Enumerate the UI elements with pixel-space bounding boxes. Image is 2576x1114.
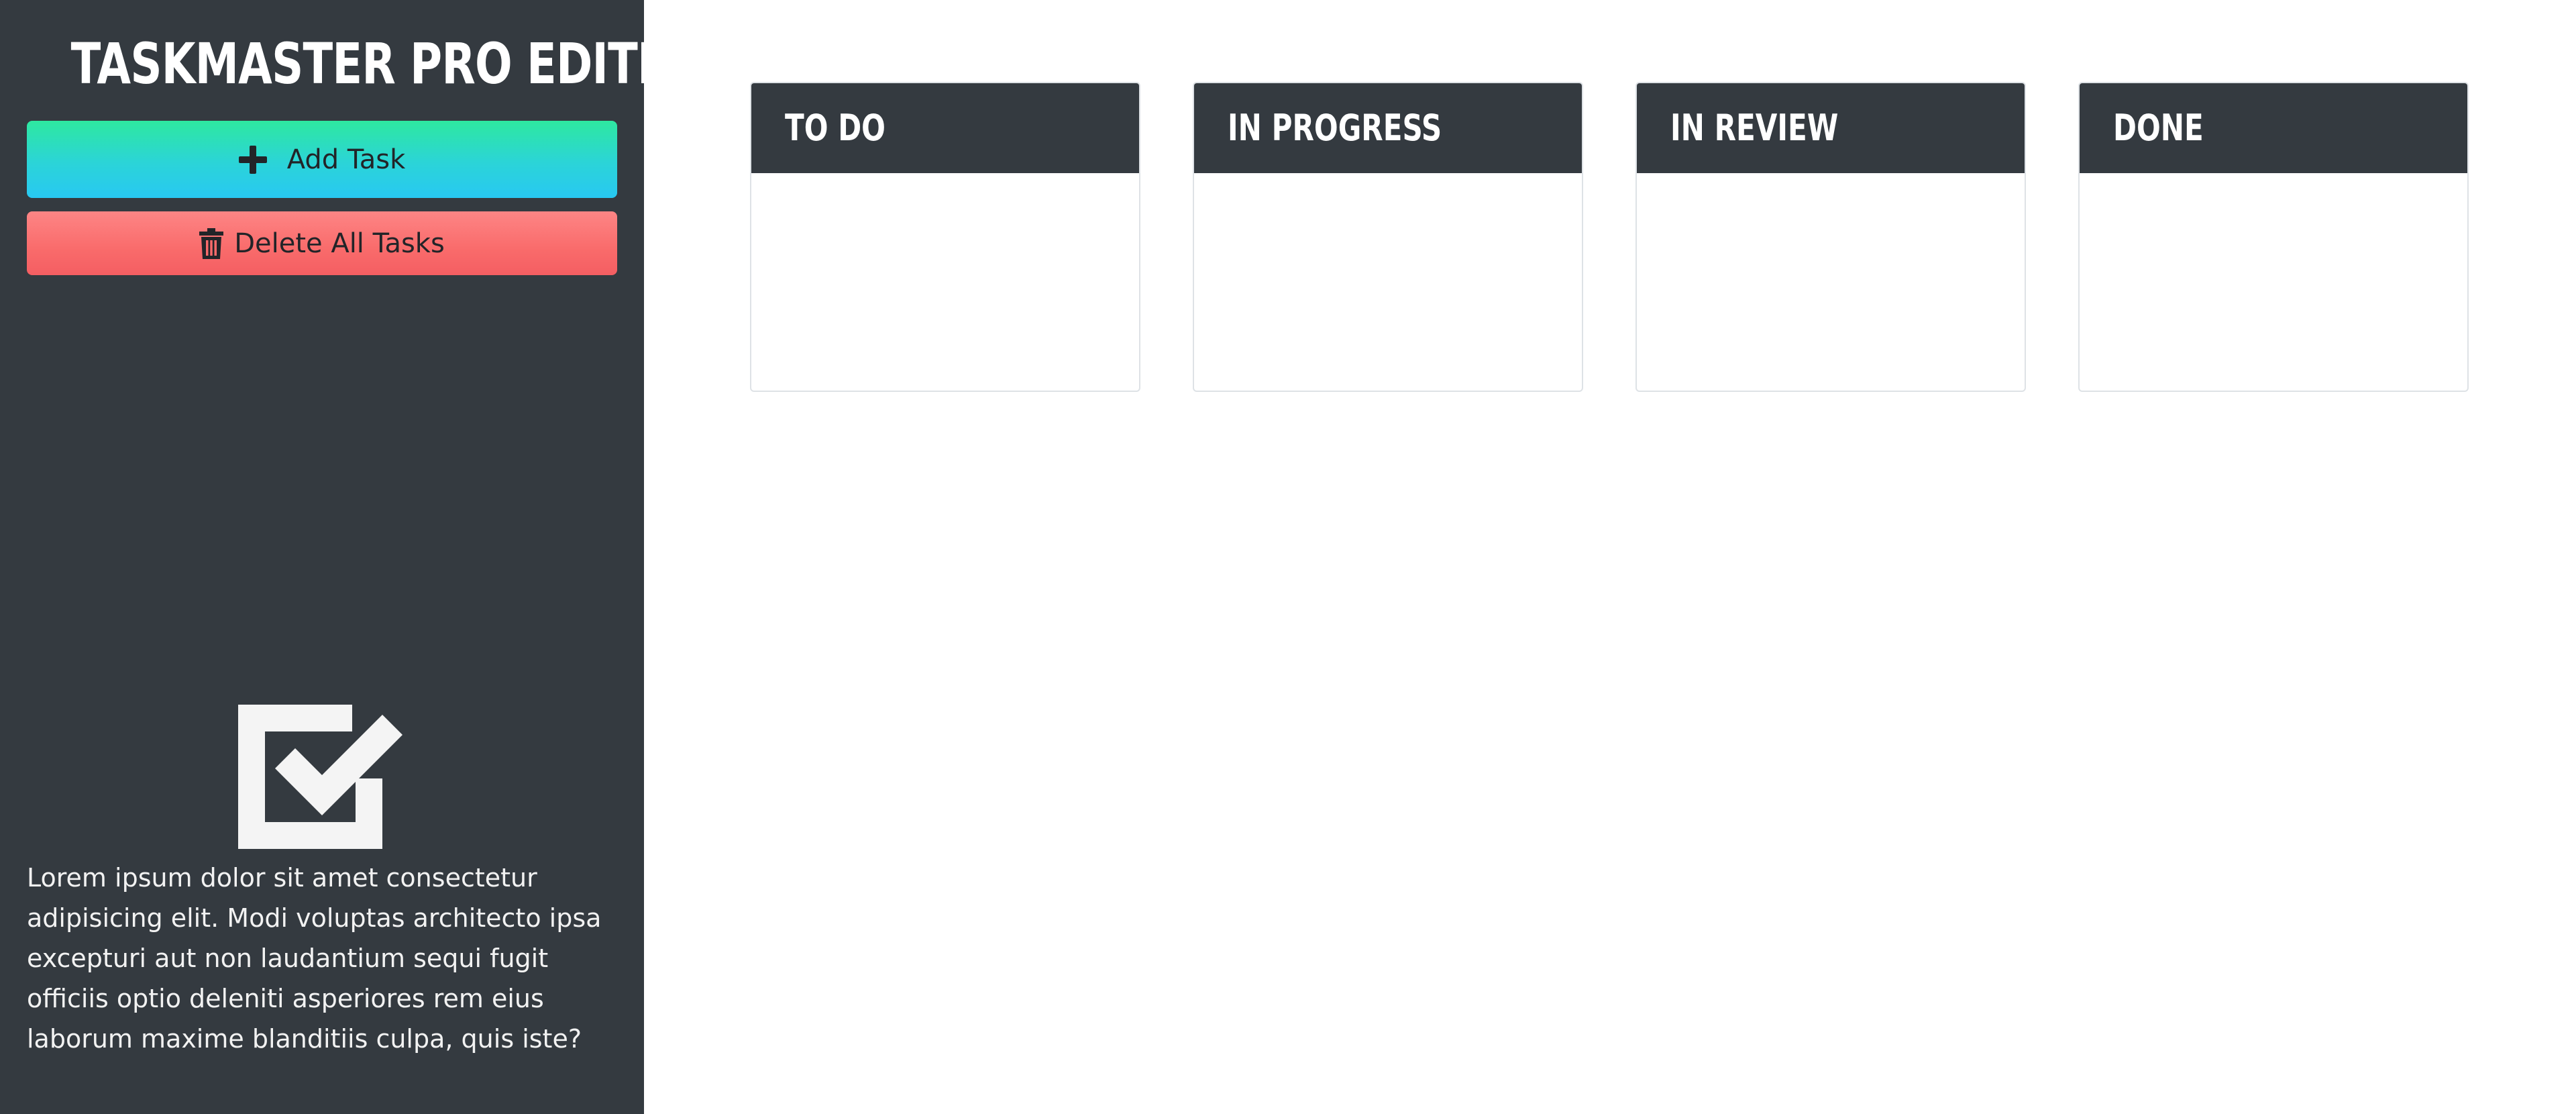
column-title: TO DO xyxy=(785,107,885,149)
add-task-label: Add Task xyxy=(286,144,406,175)
app-title: TASKMASTER PRO EDITION xyxy=(70,31,727,97)
column-header-in-progress: IN PROGRESS xyxy=(1194,83,1582,173)
plus-icon xyxy=(238,145,267,174)
trash-icon xyxy=(199,227,224,259)
sidebar: TASKMASTER PRO EDITION Add Task Delete A… xyxy=(0,0,727,1114)
kanban-board: TO DO IN PROGRESS IN REVIEW DONE xyxy=(644,0,2576,1114)
delete-all-tasks-label: Delete All Tasks xyxy=(234,227,445,259)
column-body-done[interactable] xyxy=(2080,173,2467,391)
column-body-in-review[interactable] xyxy=(1637,173,2025,391)
column-header-done: DONE xyxy=(2080,83,2467,173)
column-in-progress[interactable]: IN PROGRESS xyxy=(1193,82,1583,392)
checkbox-check-icon xyxy=(238,705,402,849)
column-header-in-review: IN REVIEW xyxy=(1637,83,2025,173)
column-title: IN REVIEW xyxy=(1670,107,1839,149)
sidebar-description: Lorem ipsum dolor sit amet consectetur a… xyxy=(27,863,602,1054)
column-body-in-progress[interactable] xyxy=(1194,173,1582,391)
column-todo[interactable]: TO DO xyxy=(750,82,1140,392)
delete-all-tasks-button[interactable]: Delete All Tasks xyxy=(27,211,617,275)
column-title: DONE xyxy=(2113,107,2204,149)
app: TASKMASTER PRO EDITION Add Task Delete A… xyxy=(0,0,2576,1114)
column-header-todo: TO DO xyxy=(751,83,1139,173)
add-task-button[interactable]: Add Task xyxy=(27,121,617,198)
column-done[interactable]: DONE xyxy=(2078,82,2469,392)
column-body-todo[interactable] xyxy=(751,173,1139,391)
column-title: IN PROGRESS xyxy=(1228,107,1442,149)
column-in-review[interactable]: IN REVIEW xyxy=(1635,82,2026,392)
